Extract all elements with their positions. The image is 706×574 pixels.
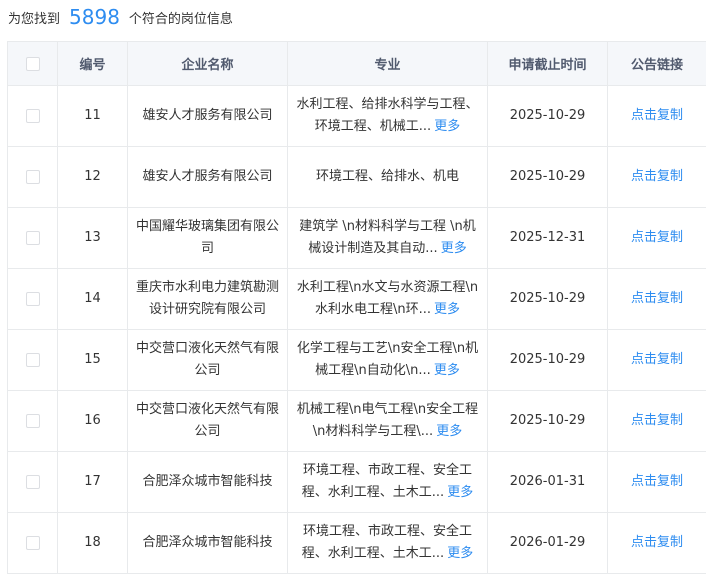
table-row: 18 合肥泽众城市智能科技 环境工程、市政工程、安全工程、水利工程、土木工...…: [8, 513, 706, 574]
row-checkbox[interactable]: [26, 292, 40, 306]
row-checkbox-cell: [8, 330, 58, 391]
row-number: 16: [58, 391, 128, 452]
deadline-date: 2025-12-31: [488, 208, 608, 269]
row-checkbox[interactable]: [26, 231, 40, 245]
table-row: 14 重庆市水利电力建筑勘测设计研究院有限公司 水利工程\n水文与水资源工程\n…: [8, 269, 706, 330]
row-checkbox[interactable]: [26, 536, 40, 550]
major-cell: 环境工程、市政工程、安全工程、水利工程、土木工...更多: [288, 452, 488, 513]
link-cell: 点击复制: [608, 330, 706, 391]
company-name: 雄安人才服务有限公司: [128, 86, 288, 147]
row-number: 18: [58, 513, 128, 574]
link-cell: 点击复制: [608, 391, 706, 452]
row-checkbox[interactable]: [26, 414, 40, 428]
major-cell: 机械工程\n电气工程\n安全工程\n材料科学与工程\...更多: [288, 391, 488, 452]
company-name: 中国耀华玻璃集团有限公司: [128, 208, 288, 269]
column-header-company: 企业名称: [128, 42, 288, 86]
summary-prefix: 为您找到: [8, 8, 60, 27]
table-row: 16 中交营口液化天然气有限公司 机械工程\n电气工程\n安全工程\n材料科学与…: [8, 391, 706, 452]
copy-link[interactable]: 点击复制: [631, 474, 683, 489]
row-checkbox-cell: [8, 147, 58, 208]
company-name: 合肥泽众城市智能科技: [128, 513, 288, 574]
table-row: 15 中交营口液化天然气有限公司 化学工程与工艺\n安全工程\n机械工程\n自动…: [8, 330, 706, 391]
major-text: 环境工程、给排水、机电: [316, 169, 459, 184]
major-cell: 水利工程\n水文与水资源工程\n水利水电工程\n环...更多: [288, 269, 488, 330]
select-all-cell: [8, 42, 58, 86]
result-summary: 为您找到 5898 个符合的岗位信息: [8, 0, 233, 34]
row-checkbox-cell: [8, 269, 58, 330]
company-name: 中交营口液化天然气有限公司: [128, 391, 288, 452]
row-number: 11: [58, 86, 128, 147]
row-number: 14: [58, 269, 128, 330]
link-cell: 点击复制: [608, 269, 706, 330]
company-name: 中交营口液化天然气有限公司: [128, 330, 288, 391]
row-checkbox[interactable]: [26, 109, 40, 123]
deadline-date: 2026-01-29: [488, 513, 608, 574]
row-checkbox-cell: [8, 513, 58, 574]
link-cell: 点击复制: [608, 513, 706, 574]
copy-link[interactable]: 点击复制: [631, 169, 683, 184]
row-number: 12: [58, 147, 128, 208]
table-row: 17 合肥泽众城市智能科技 环境工程、市政工程、安全工程、水利工程、土木工...…: [8, 452, 706, 513]
row-checkbox-cell: [8, 208, 58, 269]
column-header-num: 编号: [58, 42, 128, 86]
major-cell: 环境工程、市政工程、安全工程、水利工程、土木工...更多: [288, 513, 488, 574]
link-cell: 点击复制: [608, 147, 706, 208]
company-name: 重庆市水利电力建筑勘测设计研究院有限公司: [128, 269, 288, 330]
more-link[interactable]: 更多: [434, 302, 460, 317]
more-link[interactable]: 更多: [441, 241, 467, 256]
copy-link[interactable]: 点击复制: [631, 535, 683, 550]
deadline-date: 2025-10-29: [488, 147, 608, 208]
company-name: 雄安人才服务有限公司: [128, 147, 288, 208]
major-cell: 水利工程、给排水科学与工程、环境工程、机械工...更多: [288, 86, 488, 147]
more-link[interactable]: 更多: [434, 363, 460, 378]
result-count: 5898: [69, 5, 120, 29]
table-header-row: 编号 企业名称 专业 申请截止时间 公告链接: [8, 42, 706, 86]
column-header-deadline: 申请截止时间: [488, 42, 608, 86]
major-cell: 环境工程、给排水、机电: [288, 147, 488, 208]
row-number: 13: [58, 208, 128, 269]
link-cell: 点击复制: [608, 208, 706, 269]
job-table: 编号 企业名称 专业 申请截止时间 公告链接 11 雄安人才服务有限公司 水利工…: [7, 41, 706, 574]
major-cell: 化学工程与工艺\n安全工程\n机械工程\n自动化\n...更多: [288, 330, 488, 391]
deadline-date: 2026-01-31: [488, 452, 608, 513]
copy-link[interactable]: 点击复制: [631, 413, 683, 428]
more-link[interactable]: 更多: [447, 546, 473, 561]
row-number: 15: [58, 330, 128, 391]
copy-link[interactable]: 点击复制: [631, 230, 683, 245]
table-row: 12 雄安人才服务有限公司 环境工程、给排水、机电 2025-10-29 点击复…: [8, 147, 706, 208]
select-all-checkbox[interactable]: [26, 57, 40, 71]
copy-link[interactable]: 点击复制: [631, 291, 683, 306]
deadline-date: 2025-10-29: [488, 330, 608, 391]
copy-link[interactable]: 点击复制: [631, 108, 683, 123]
company-name: 合肥泽众城市智能科技: [128, 452, 288, 513]
link-cell: 点击复制: [608, 452, 706, 513]
link-cell: 点击复制: [608, 86, 706, 147]
deadline-date: 2025-10-29: [488, 86, 608, 147]
row-number: 17: [58, 452, 128, 513]
table-body: 11 雄安人才服务有限公司 水利工程、给排水科学与工程、环境工程、机械工...更…: [8, 86, 706, 574]
more-link[interactable]: 更多: [436, 424, 462, 439]
column-header-link: 公告链接: [608, 42, 706, 86]
row-checkbox[interactable]: [26, 170, 40, 184]
row-checkbox[interactable]: [26, 475, 40, 489]
row-checkbox[interactable]: [26, 353, 40, 367]
row-checkbox-cell: [8, 86, 58, 147]
column-header-major: 专业: [288, 42, 488, 86]
table-row: 11 雄安人才服务有限公司 水利工程、给排水科学与工程、环境工程、机械工...更…: [8, 86, 706, 147]
row-checkbox-cell: [8, 391, 58, 452]
row-checkbox-cell: [8, 452, 58, 513]
more-link[interactable]: 更多: [434, 119, 460, 134]
more-link[interactable]: 更多: [447, 485, 473, 500]
major-cell: 建筑学 \n材料科学与工程 \n机械设计制造及其自动...更多: [288, 208, 488, 269]
deadline-date: 2025-10-29: [488, 269, 608, 330]
table-row: 13 中国耀华玻璃集团有限公司 建筑学 \n材料科学与工程 \n机械设计制造及其…: [8, 208, 706, 269]
copy-link[interactable]: 点击复制: [631, 352, 683, 367]
deadline-date: 2025-10-29: [488, 391, 608, 452]
summary-suffix: 个符合的岗位信息: [129, 8, 233, 27]
